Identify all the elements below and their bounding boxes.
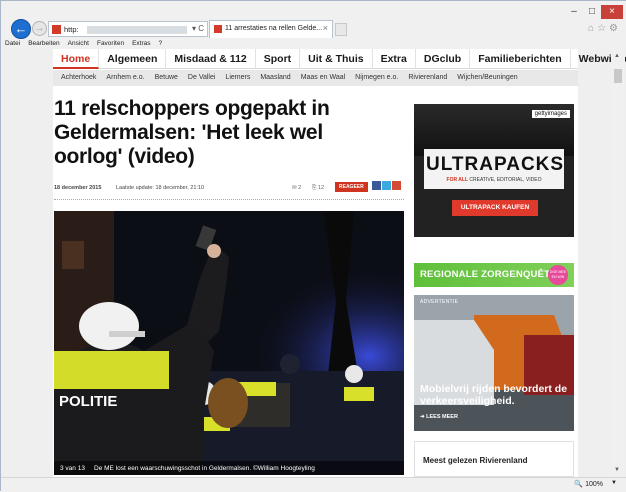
nav-uit-thuis[interactable]: Uit & Thuis: [300, 49, 373, 69]
most-read-title: Meest gelezen Rivierenland: [423, 456, 528, 465]
divider: [54, 199, 404, 200]
zorgenquete-title: REGIONALE ZORGENQUÊTE: [420, 269, 557, 280]
nav-familieberichten[interactable]: Familieberichten: [470, 49, 571, 69]
subnav-item[interactable]: Achterhoek: [61, 70, 96, 86]
nav-home[interactable]: Home: [53, 49, 100, 69]
scroll-up-icon[interactable]: ▲: [614, 53, 620, 59]
address-bar[interactable]: http: ▾ C: [48, 21, 208, 37]
scroll-down-icon[interactable]: ▼: [614, 467, 620, 473]
photo-scene: POLITIE: [54, 211, 404, 475]
tab-close-icon[interactable]: ×: [323, 23, 328, 33]
subnav-item[interactable]: Arnhem e.o.: [106, 70, 144, 86]
main-navigation: Home Algemeen Misdaad & 112 Sport Uit & …: [53, 49, 626, 69]
ad2-headline: Mobielvrij rijden bevordert de verkeersv…: [420, 383, 568, 407]
subnav-item[interactable]: Maas en Waal: [301, 70, 345, 86]
page-viewport: Home Algemeen Misdaad & 112 Sport Uit & …: [1, 49, 626, 477]
maximize-button[interactable]: □: [583, 5, 601, 19]
photo-caption: De ME lost een waarschuwingsschot in Gel…: [94, 465, 315, 472]
ad-tagline: FOR ALL CREATIVE, EDITORIAL, VIDEO: [426, 177, 562, 183]
share-count-value: 12: [317, 185, 325, 191]
photo-counter: 3 van 13: [60, 465, 85, 472]
zoom-value: 100%: [585, 481, 603, 488]
subnav-item[interactable]: Rivierenland: [408, 70, 447, 86]
ad-title: ULTRAPACKS: [426, 154, 565, 175]
police-vest-text: POLITIE: [59, 393, 117, 410]
nav-sport[interactable]: Sport: [256, 49, 301, 69]
nav-extra[interactable]: Extra: [373, 49, 416, 69]
ad-tagline-rest: CREATIVE, EDITORIAL, VIDEO: [469, 177, 542, 183]
favorites-star-icon[interactable]: ☆: [597, 23, 609, 34]
twitter-icon[interactable]: [382, 181, 391, 190]
site-favicon-icon: [52, 25, 61, 34]
subnav-item[interactable]: Wijchen/Beuningen: [457, 70, 517, 86]
ultrapacks-ad[interactable]: gettyimages ULTRAPACKS FOR ALL CREATIVE,…: [414, 104, 574, 237]
menu-extras[interactable]: Extras: [132, 39, 150, 49]
google-plus-icon[interactable]: [392, 181, 401, 190]
nav-algemeen[interactable]: Algemeen: [99, 49, 167, 69]
zoom-dropdown-icon[interactable]: ▼: [611, 480, 617, 486]
getty-logo: gettyimages: [531, 110, 570, 118]
address-redacted: [87, 26, 187, 34]
subnav-item[interactable]: Nijmegen e.o.: [355, 70, 398, 86]
share-count[interactable]: ⎘ 12: [312, 181, 324, 195]
menu-ansicht[interactable]: Ansicht: [68, 39, 89, 49]
most-read-box: Meest gelezen Rivierenland: [414, 441, 574, 477]
subnav-item[interactable]: Maasland: [260, 70, 290, 86]
win-badge: DOE MEE EN WIN: [548, 265, 568, 285]
toolbar-icons[interactable]: ⌂☆⚙: [588, 23, 621, 34]
article-date: 18 december 2015: [54, 185, 102, 191]
status-bar: 🔍 100% ▼: [1, 477, 626, 492]
settings-gear-icon[interactable]: ⚙: [609, 23, 621, 34]
zorgenquete-banner[interactable]: REGIONALE ZORGENQUÊTE DOE MEE EN WIN: [414, 263, 574, 287]
region-navigation: Achterhoek Arnhem e.o. Betuwe De Vallei …: [53, 70, 578, 86]
home-icon[interactable]: ⌂: [588, 23, 597, 34]
address-controls[interactable]: ▾ C: [192, 24, 204, 33]
web-page: Home Algemeen Misdaad & 112 Sport Uit & …: [53, 49, 626, 477]
menu-help[interactable]: ?: [159, 39, 163, 49]
scroll-thumb[interactable]: [614, 69, 622, 83]
menu-bearbeiten[interactable]: Bearbeiten: [28, 39, 59, 49]
ad2-photo: [414, 295, 574, 431]
comment-count-value: 2: [298, 185, 302, 191]
zoom-level[interactable]: 🔍 100%: [574, 480, 603, 488]
menu-favoriten[interactable]: Favoriten: [97, 39, 124, 49]
verkeersveiligheid-ad[interactable]: ADVERTENTIE Mobielvrij rijden bevordert …: [414, 295, 574, 431]
nav-misdaad[interactable]: Misdaad & 112: [166, 49, 256, 69]
forward-button[interactable]: →: [32, 21, 47, 36]
subnav-item[interactable]: De Vallei: [188, 70, 216, 86]
subnav-item[interactable]: Liemers: [225, 70, 250, 86]
menu-datei[interactable]: Datei: [5, 39, 20, 49]
article-photo[interactable]: POLITIE 3 van 13 De ME lost een waarschu…: [54, 211, 404, 475]
address-protocol: http:: [64, 25, 79, 34]
ad-tagline-prefix: FOR ALL: [446, 177, 469, 183]
facebook-icon[interactable]: [372, 181, 381, 190]
ultrapack-buy-button[interactable]: ULTRAPACK KAUFEN: [452, 200, 538, 216]
advertorial-label: ADVERTENTIE: [420, 299, 459, 305]
reageer-button[interactable]: REAGEER: [335, 182, 368, 192]
minimize-button[interactable]: –: [565, 5, 583, 19]
browser-toolbar: ← → http: ▾ C 11 arrestaties na rellen G…: [1, 1, 626, 39]
close-button[interactable]: ×: [601, 5, 623, 19]
tab-favicon-icon: [214, 25, 222, 33]
browser-window: ← → http: ▾ C 11 arrestaties na rellen G…: [0, 0, 626, 492]
read-more-link[interactable]: ➜ LEES MEER: [420, 414, 458, 420]
nav-dgclub[interactable]: DGclub: [416, 49, 471, 69]
menu-bar: Datei Bearbeiten Ansicht Favoriten Extra…: [1, 39, 626, 49]
new-tab-button[interactable]: [335, 23, 347, 36]
back-button[interactable]: ←: [11, 19, 31, 39]
browser-tab[interactable]: 11 arrestaties na rellen Gelde... ×: [209, 20, 333, 38]
window-controls: – □ ×: [565, 5, 623, 21]
tab-title: 11 arrestaties na rellen Gelde...: [225, 25, 323, 32]
comment-count[interactable]: ✉ 2: [292, 181, 301, 195]
vertical-scrollbar[interactable]: ▲ ▼: [611, 49, 625, 477]
subnav-item[interactable]: Betuwe: [155, 70, 178, 86]
article-headline: 11 relschoppers opgepakt in Geldermalsen…: [54, 97, 330, 168]
article-update: Laatste update: 18 december, 21:10: [116, 185, 205, 191]
